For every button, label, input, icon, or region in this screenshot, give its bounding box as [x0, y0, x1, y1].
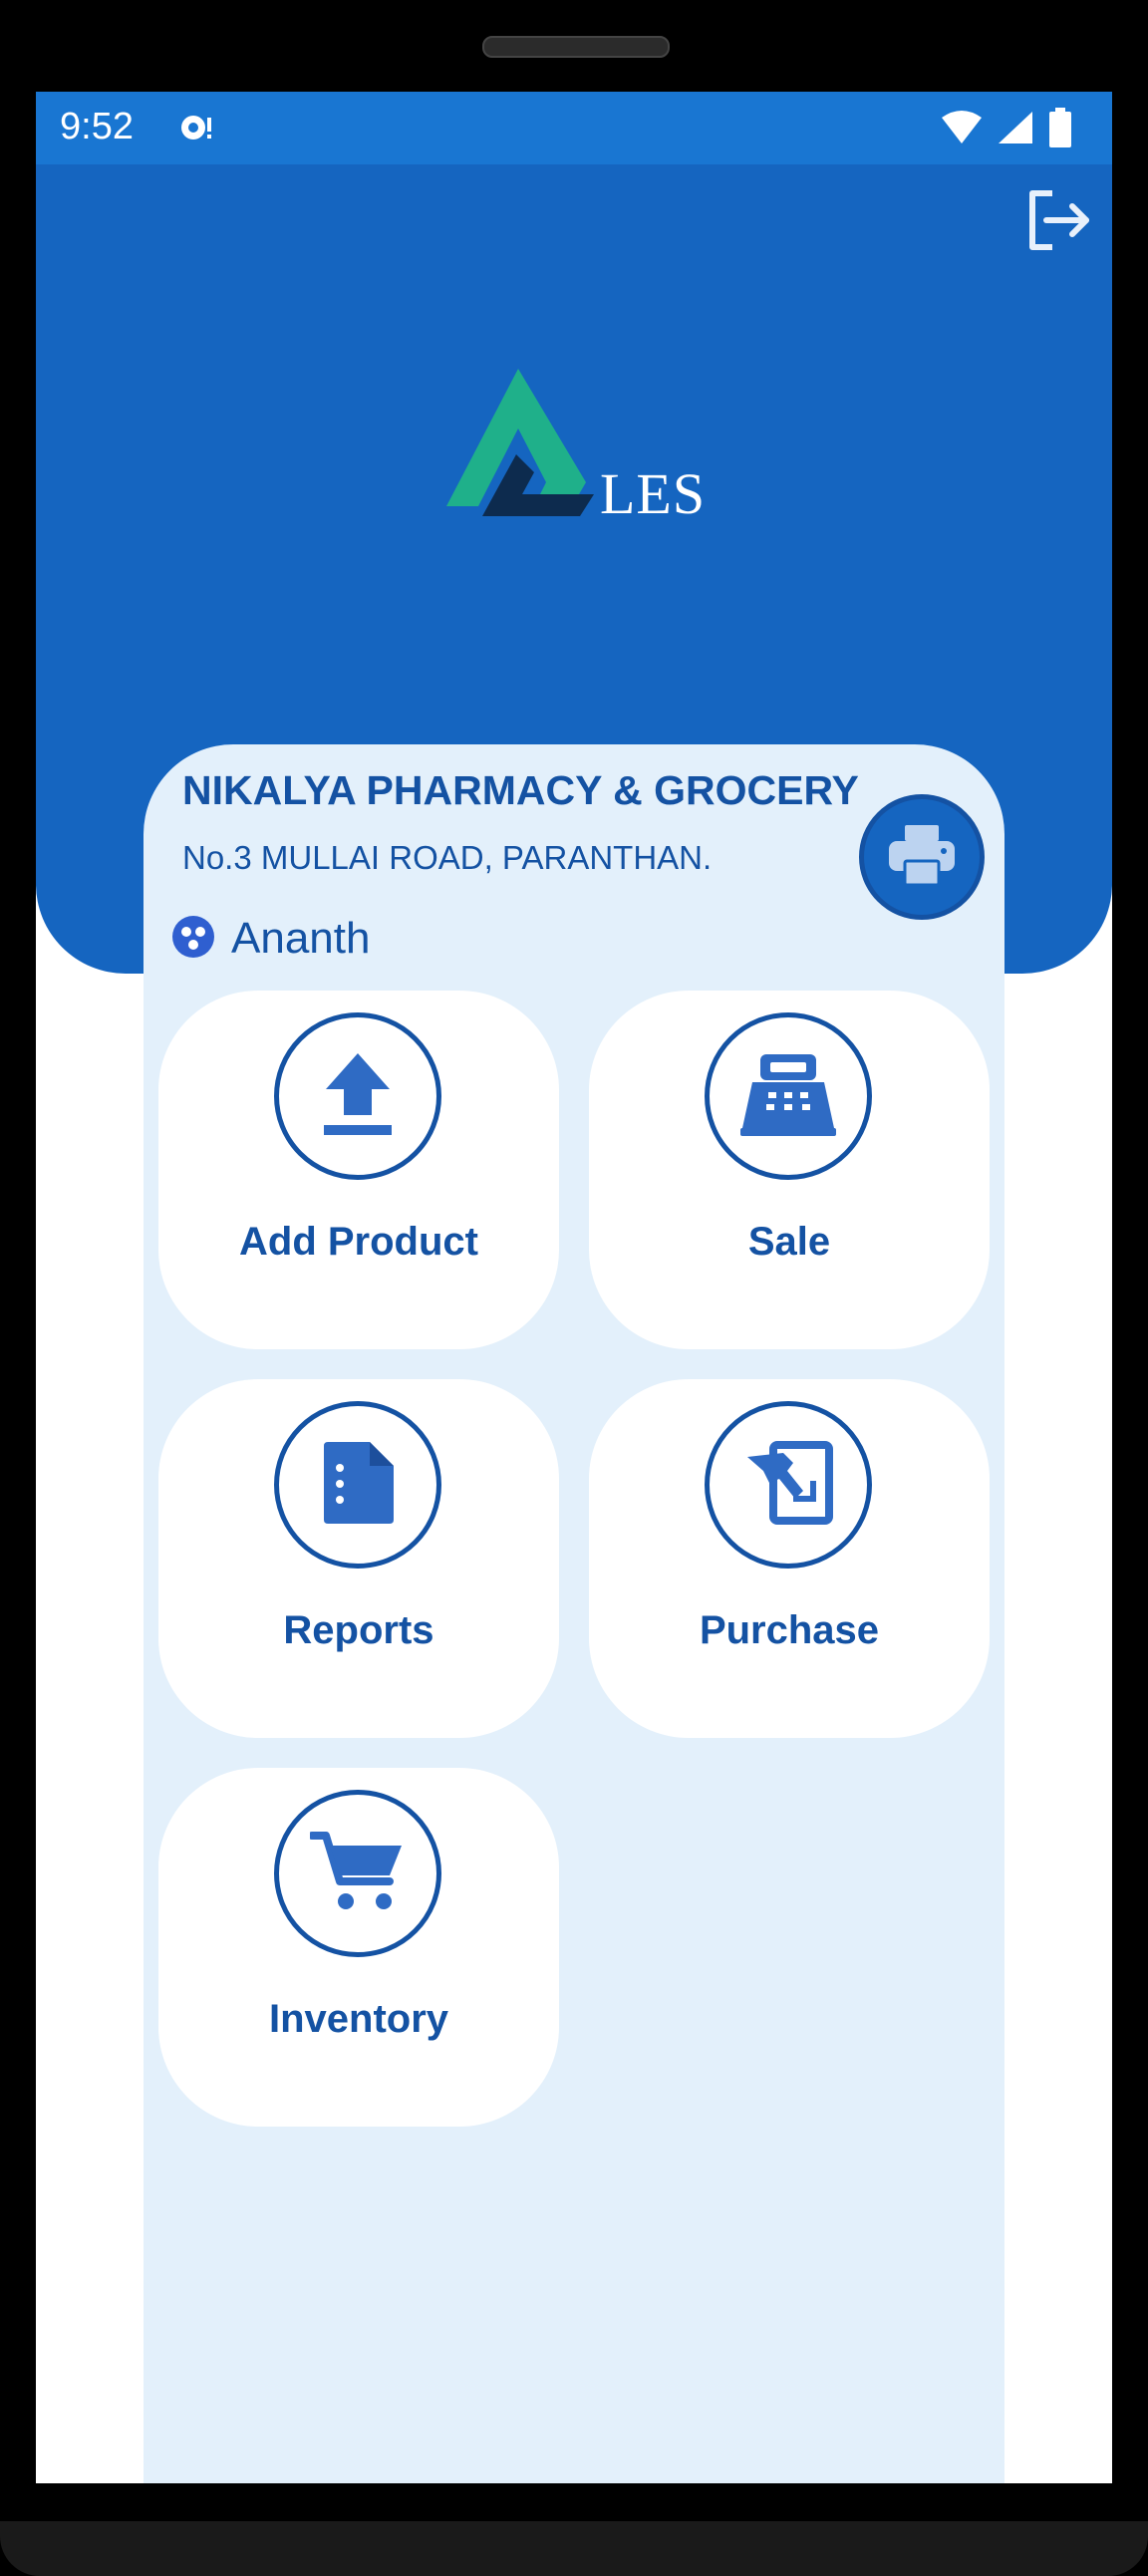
add-product-label: Add Product [239, 1220, 478, 1264]
sale-icon-circle [705, 1012, 872, 1180]
sale-tile[interactable]: Sale [589, 991, 990, 1349]
reports-icon-circle [274, 1401, 441, 1569]
sale-label: Sale [747, 1220, 831, 1264]
inventory-tile[interactable]: Inventory [158, 1768, 559, 2127]
status-bar: 9:52 [36, 92, 1112, 164]
signal-icon [997, 110, 1034, 150]
print-button[interactable] [859, 794, 985, 920]
status-time: 9:52 [60, 106, 134, 147]
logout-icon[interactable] [1022, 185, 1094, 255]
wifi-icon [941, 110, 983, 150]
inventory-label: Inventory [268, 1997, 449, 2041]
status-icons [941, 108, 1072, 152]
printer-icon [887, 823, 957, 892]
user-group-icon [171, 915, 215, 964]
cart-icon [308, 1830, 406, 1918]
add-product-tile[interactable]: Add Product [158, 991, 559, 1349]
store-name: NIKALYA PHARMACY & GROCERY [182, 767, 859, 813]
phone-bottom-bezel [0, 2521, 1148, 2576]
inventory-icon-circle [274, 1790, 441, 1957]
add-product-icon-circle [274, 1012, 441, 1180]
reports-label: Reports [283, 1608, 434, 1652]
store-address: No.3 MULLAI ROAD, PARANTHAN. [182, 839, 713, 876]
purchase-label: Purchase [699, 1608, 880, 1652]
phone-frame: 9:52 LES NIKALYA PHARMACY & GROCERY No.3… [0, 0, 1148, 2576]
purchase-icon-circle [705, 1401, 872, 1569]
user-row: Ananth [171, 914, 370, 964]
battery-icon [1048, 108, 1072, 152]
sync-icon [175, 108, 215, 152]
cash-register-icon [738, 1052, 838, 1141]
logo-text: LES [600, 461, 707, 526]
phone-speaker [482, 36, 670, 58]
reports-tile[interactable]: Reports [158, 1379, 559, 1738]
purchase-tile[interactable]: Purchase [589, 1379, 990, 1738]
user-name: Ananth [231, 914, 371, 963]
purchase-icon [743, 1440, 833, 1530]
app-screen: 9:52 LES NIKALYA PHARMACY & GROCERY No.3… [36, 92, 1112, 2483]
app-logo [438, 367, 757, 536]
report-file-icon [318, 1440, 398, 1531]
upload-icon [318, 1049, 398, 1144]
